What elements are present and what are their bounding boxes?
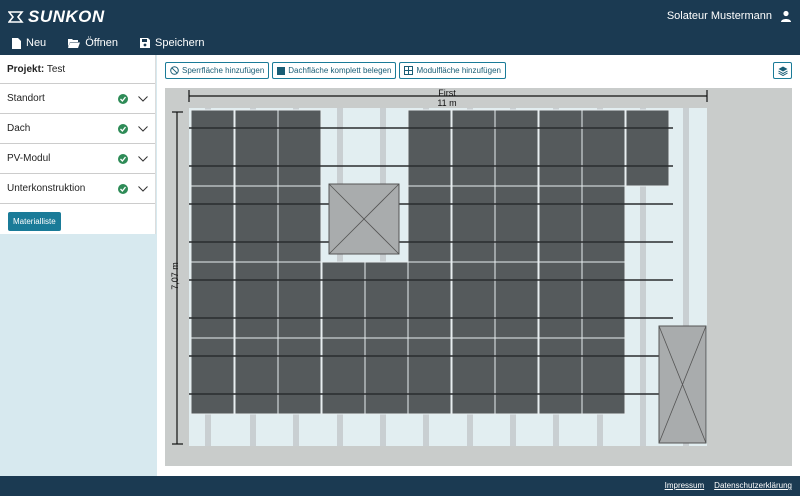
pv-module	[277, 109, 322, 187]
chevron-down-icon	[138, 185, 148, 192]
pv-module	[581, 109, 626, 187]
pv-module	[364, 337, 409, 415]
planner-area: Sperrfläche hinzufügen Dachfläche komple…	[157, 55, 800, 476]
add-exclusion-label: Sperrfläche hinzufügen	[182, 66, 265, 75]
chevron-down-icon	[138, 155, 148, 162]
pv-module	[581, 261, 626, 339]
pv-module	[538, 261, 583, 339]
main-menu: Neu Öffnen Speichern	[0, 35, 215, 51]
ridge-label: First	[438, 88, 456, 98]
width-dimension-label: 11 m	[437, 98, 457, 108]
pv-module	[494, 261, 539, 339]
chevron-down-icon	[138, 125, 148, 132]
material-list-button[interactable]: Materialliste	[8, 212, 61, 231]
accordion-label: Unterkonstruktion	[7, 183, 86, 194]
pv-module	[407, 261, 452, 339]
project-name: Test	[46, 64, 66, 75]
pv-module	[451, 109, 496, 187]
fill-roof-button[interactable]: Dachfläche komplett belegen	[272, 62, 397, 79]
pv-module	[625, 109, 670, 187]
pv-module	[364, 261, 409, 339]
brand-logo[interactable]: SUNKON	[7, 7, 105, 27]
user-icon	[780, 10, 792, 22]
pv-module	[190, 337, 235, 415]
pv-module	[407, 337, 452, 415]
pv-module	[538, 337, 583, 415]
app-footer: Impressum Datenschutzerklärung	[0, 476, 800, 496]
file-icon	[12, 37, 21, 49]
accordion-dach[interactable]: Dach	[0, 114, 155, 144]
sidebar-panel: Projekt: Test Standort Dach PV-Modul Unt…	[0, 55, 156, 234]
height-dimension-label: 7,07 m	[170, 262, 180, 290]
pv-module	[407, 109, 452, 187]
pv-module	[538, 109, 583, 187]
user-name: Solateur Mustermann	[666, 10, 772, 22]
pv-module	[277, 261, 322, 339]
open-button[interactable]: Öffnen	[56, 35, 128, 51]
fill-roof-label: Dachfläche komplett belegen	[288, 66, 392, 75]
footer-links: Impressum Datenschutzerklärung	[655, 481, 792, 490]
floppy-disk-icon	[140, 38, 151, 48]
logo-mark-icon	[7, 10, 26, 24]
sidebar-actions: Materialliste	[0, 204, 155, 234]
pv-module	[581, 185, 626, 263]
user-menu[interactable]: Solateur Mustermann	[667, 10, 792, 22]
pv-module	[234, 109, 279, 187]
brand-name: SUNKON	[28, 7, 105, 26]
pv-module	[277, 337, 322, 415]
project-label: Projekt:	[7, 64, 45, 75]
accordion-label: Dach	[7, 123, 31, 134]
pv-module	[277, 185, 322, 263]
accordion-standort[interactable]: Standort	[0, 84, 155, 114]
add-exclusion-button[interactable]: Sperrfläche hinzufügen	[165, 62, 270, 79]
imprint-link[interactable]: Impressum	[665, 481, 705, 490]
pv-module	[407, 185, 452, 263]
pv-module	[190, 261, 235, 339]
pv-module	[190, 185, 235, 263]
open-label: Öffnen	[85, 37, 119, 49]
layers-button[interactable]	[773, 62, 792, 79]
accordion-label: Standort	[7, 93, 45, 104]
layers-icon	[777, 66, 788, 76]
privacy-link[interactable]: Datenschutzerklärung	[714, 481, 792, 490]
pv-module	[494, 337, 539, 415]
pv-module	[451, 261, 496, 339]
solid-square-icon	[277, 66, 286, 75]
add-module-area-label: Modulfläche hinzufügen	[416, 66, 501, 75]
project-info: Projekt: Test	[0, 55, 155, 84]
pv-module	[581, 337, 626, 415]
save-label: Speichern	[155, 37, 205, 49]
new-label: Neu	[26, 37, 47, 49]
pv-module	[234, 185, 279, 263]
roof-canvas[interactable]: First 11 m 7,07 m	[165, 88, 792, 466]
add-module-area-button[interactable]: Modulfläche hinzufügen	[399, 62, 506, 79]
save-button[interactable]: Speichern	[128, 35, 215, 51]
sidebar: Projekt: Test Standort Dach PV-Modul Unt…	[0, 55, 157, 476]
check-circle-icon	[118, 93, 128, 104]
check-circle-icon	[118, 123, 128, 134]
pv-module	[190, 109, 235, 187]
pv-module	[494, 109, 539, 187]
roof-drawing[interactable]	[165, 88, 792, 466]
pv-module	[234, 261, 279, 339]
accordion-unterkonstruktion[interactable]: Unterkonstruktion	[0, 174, 155, 204]
grid-icon	[404, 66, 414, 75]
pv-module	[321, 261, 366, 339]
accordion-label: PV-Modul	[7, 153, 51, 164]
check-circle-icon	[118, 183, 128, 194]
pv-module	[451, 337, 496, 415]
pv-module	[451, 185, 496, 263]
planner-toolbar: Sperrfläche hinzufügen Dachfläche komple…	[165, 62, 509, 79]
accordion-pv-modul[interactable]: PV-Modul	[0, 144, 155, 174]
pv-module	[321, 337, 366, 415]
folder-open-icon	[68, 39, 81, 48]
ban-icon	[170, 66, 179, 75]
pv-module	[538, 185, 583, 263]
pv-module	[494, 185, 539, 263]
new-button[interactable]: Neu	[0, 35, 56, 51]
chevron-down-icon	[138, 95, 148, 102]
pv-module	[234, 337, 279, 415]
check-circle-icon	[118, 153, 128, 164]
app-header: SUNKON Solateur Mustermann Neu Öffnen Sp…	[0, 0, 800, 55]
